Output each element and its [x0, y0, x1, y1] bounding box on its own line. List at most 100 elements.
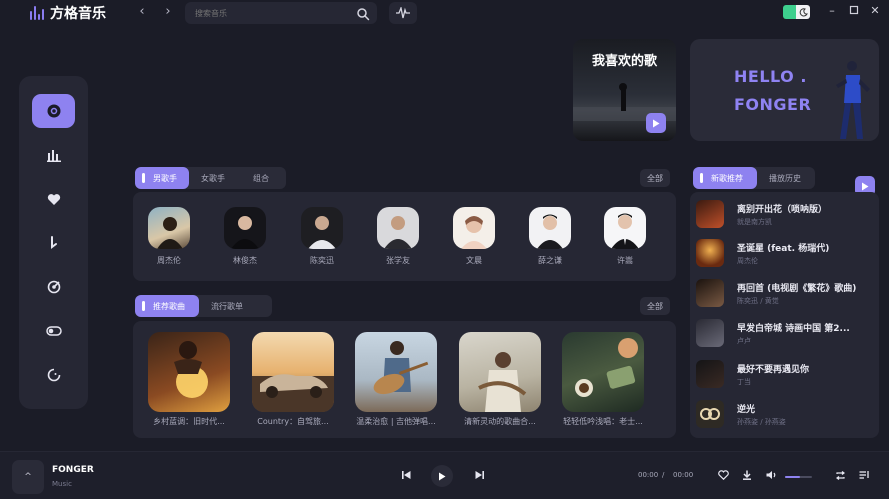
singer-item[interactable]: 林俊杰: [215, 207, 275, 266]
tab-recommended-songs[interactable]: 推荐歌曲: [135, 295, 199, 317]
smile-icon: [47, 368, 60, 382]
track-artist: 卢卢: [737, 337, 751, 345]
play-icon: [653, 119, 660, 127]
forward-icon[interactable]: ›: [161, 5, 175, 19]
sidebar-item-radio[interactable]: [32, 270, 75, 304]
playlist-card[interactable]: 清新灵动的歌曲合...: [459, 332, 541, 427]
music-note-icon: [50, 236, 57, 249]
now-playing-title: FONGER: [52, 465, 94, 475]
repeat-icon[interactable]: [833, 468, 847, 482]
next-icon[interactable]: [472, 468, 486, 482]
playlist-title: Country：自驾旅...: [257, 417, 329, 426]
time-separator: /: [662, 471, 665, 479]
songs-all-button[interactable]: 全部: [640, 297, 670, 315]
heart-icon: [47, 193, 60, 205]
track-artist: 就是南方凯: [737, 218, 772, 226]
playlist-cover: [459, 332, 541, 412]
singers-panel: 周杰伦 林俊杰 陈奕迅 张学友 文晨 薛之谦 许嵩: [133, 192, 676, 281]
track-row[interactable]: 早发白帝城 诗画中国 第2... 卢卢: [696, 316, 876, 350]
sidebar-item-favorites[interactable]: [32, 182, 75, 216]
singer-avatar: [301, 207, 343, 249]
sidebar-item-music[interactable]: [32, 226, 75, 260]
minimize-icon[interactable]: –: [826, 5, 838, 17]
download-icon[interactable]: [740, 468, 754, 482]
app-name: 方格音乐: [50, 6, 106, 22]
waveform-icon: [396, 7, 410, 19]
maximize-icon[interactable]: [848, 5, 860, 17]
volume-slider[interactable]: [785, 476, 812, 478]
total-time: 00:00: [673, 471, 694, 479]
track-row[interactable]: 逆光 孙燕姿 / 孙燕姿: [696, 397, 876, 431]
singer-item[interactable]: 薛之谦: [520, 207, 580, 266]
singer-avatar: [529, 207, 571, 249]
tab-male-singers[interactable]: 男歌手: [135, 167, 189, 189]
track-row[interactable]: 离别开出花（唢呐版） 就是南方凯: [696, 197, 876, 231]
track-title: 圣诞星 (feat. 杨瑞代): [737, 244, 830, 254]
singer-tabs: 男歌手 女歌手 组合: [135, 167, 286, 189]
track-row[interactable]: 再回首 (电视剧《繁花》歌曲) 陈奕迅 / 黄觉: [696, 276, 876, 310]
playlist-title: 清新灵动的歌曲合...: [464, 417, 536, 426]
playlist-queue-icon[interactable]: [857, 468, 871, 482]
sidebar-item-charts[interactable]: [32, 138, 75, 172]
new-songs-list: 离别开出花（唢呐版） 就是南方凯 圣诞星 (feat. 杨瑞代) 周杰伦 再回首…: [690, 192, 879, 438]
favorite-play-button[interactable]: [646, 113, 666, 133]
tab-popular-playlists[interactable]: 流行歌单: [199, 295, 267, 317]
sidebar-item-discover[interactable]: [32, 94, 75, 128]
singer-avatar: [604, 207, 646, 249]
previous-icon[interactable]: [399, 468, 413, 482]
playlist-card[interactable]: 温柔治愈 | 吉他弹唱...: [355, 332, 437, 427]
singer-item[interactable]: 文晨: [444, 207, 504, 266]
tab-female-singers[interactable]: 女歌手: [189, 167, 241, 189]
volume-icon[interactable]: [764, 468, 778, 482]
track-cover: [696, 360, 724, 388]
track-cover: [696, 239, 724, 267]
singer-item[interactable]: 张学友: [368, 207, 428, 266]
singer-item[interactable]: 周杰伦: [139, 207, 199, 266]
favorite-songs-card[interactable]: 我喜欢的歌: [573, 39, 676, 141]
like-icon[interactable]: [716, 468, 730, 482]
singer-item[interactable]: 陈奕迅: [292, 207, 352, 266]
playlist-card[interactable]: 乡村蓝调：旧时代...: [148, 332, 230, 427]
expand-player-button[interactable]: ^: [12, 460, 44, 494]
toggle-icon: [45, 326, 62, 336]
search-icon[interactable]: [356, 6, 370, 21]
sidebar-item-profile[interactable]: [32, 358, 75, 392]
playlist-title: 乡村蓝调：旧时代...: [153, 417, 225, 426]
tab-new-songs[interactable]: 新歌推荐: [693, 167, 757, 189]
moon-icon: [796, 5, 810, 19]
track-row[interactable]: 圣诞星 (feat. 杨瑞代) 周杰伦: [696, 236, 876, 270]
app-logo: 方格音乐: [30, 4, 106, 22]
disc-icon: [47, 104, 60, 118]
singer-avatar: [453, 207, 495, 249]
play-icon: [439, 472, 446, 480]
close-icon[interactable]: ✕: [869, 5, 881, 17]
sidebar: [19, 76, 88, 409]
back-icon[interactable]: ‹: [135, 5, 149, 19]
theme-toggle[interactable]: [783, 5, 810, 19]
singer-name: 张学友: [386, 256, 410, 265]
playlist-card[interactable]: Country：自驾旅...: [252, 332, 334, 427]
search-input[interactable]: [195, 6, 345, 20]
playlist-title: 温柔治愈 | 吉他弹唱...: [356, 417, 436, 426]
current-time: 00:00: [638, 471, 659, 479]
search-box: [185, 2, 377, 24]
singer-name: 周杰伦: [157, 256, 181, 265]
listen-recognize-button[interactable]: [389, 2, 417, 24]
track-cover: [696, 279, 724, 307]
singer-item[interactable]: 许嵩: [595, 207, 655, 266]
play-pause-button[interactable]: [431, 465, 453, 487]
tab-play-history[interactable]: 播放历史: [757, 167, 815, 189]
track-row[interactable]: 最好不要再遇见你 丁当: [696, 357, 876, 391]
singers-all-button[interactable]: 全部: [640, 169, 670, 187]
favorite-songs-title: 我喜欢的歌: [591, 54, 657, 69]
hello-text: HELLO .: [734, 67, 807, 86]
singer-name: 薛之谦: [538, 256, 562, 265]
tab-groups[interactable]: 组合: [241, 167, 281, 189]
right-tabs: 新歌推荐 播放历史: [693, 167, 815, 189]
track-title: 离别开出花（唢呐版）: [737, 205, 828, 215]
playlist-card[interactable]: 轻轻低吟浅唱：老士...: [562, 332, 644, 427]
player-bar: ^ FONGER Music 00:00 / 00:00: [0, 451, 889, 499]
track-cover: [696, 200, 724, 228]
sidebar-item-settings[interactable]: [32, 314, 75, 348]
singer-name: 林俊杰: [233, 256, 257, 265]
